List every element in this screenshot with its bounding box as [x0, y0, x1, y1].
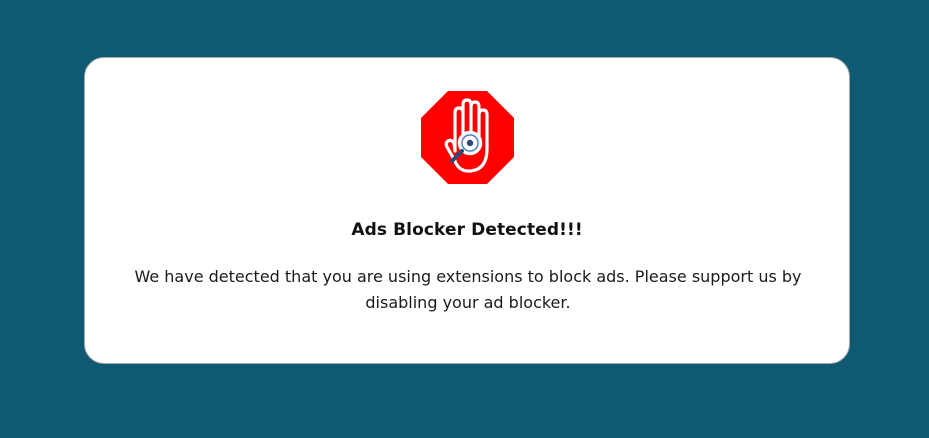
modal-message: We have detected that you are using exte… [134, 267, 802, 312]
modal-title: Ads Blocker Detected!!! [351, 220, 583, 240]
adblock-modal: Ads Blocker Detected!!! We have detected… [84, 57, 850, 364]
stop-hand-magnifier-icon [419, 89, 516, 186]
